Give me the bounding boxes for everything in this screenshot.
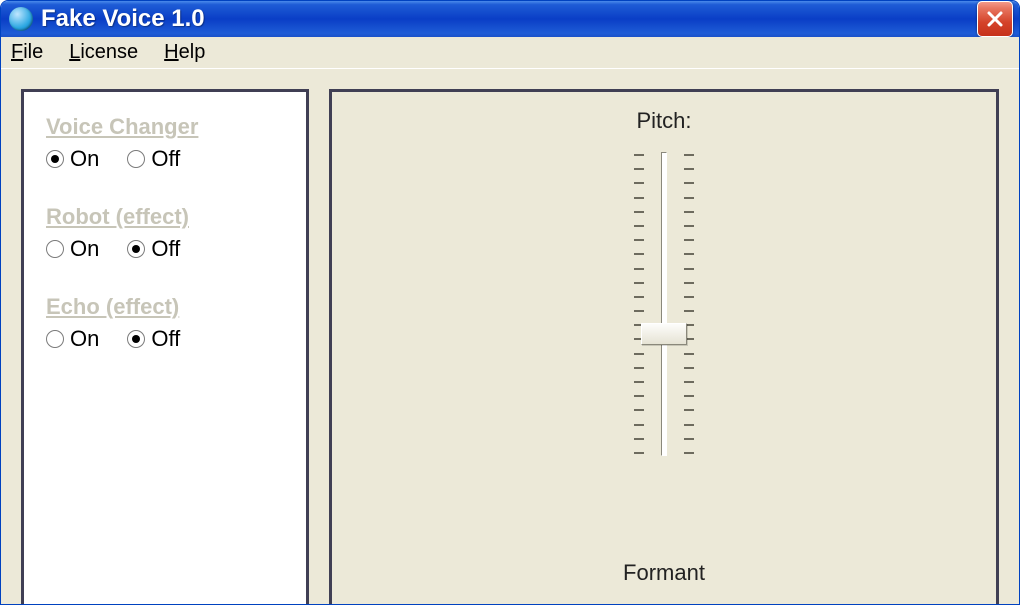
pitch-label: Pitch: — [636, 108, 691, 134]
radio-icon — [46, 330, 64, 348]
voice-changer-title: Voice Changer — [46, 114, 284, 140]
sliders-panel: Pitch: Formant — [329, 89, 999, 605]
close-icon — [985, 9, 1005, 29]
radio-icon — [46, 240, 64, 258]
menubar: File License Help — [1, 37, 1019, 69]
app-icon — [9, 7, 33, 31]
echo-title: Echo (effect) — [46, 294, 284, 320]
slider-rail — [661, 152, 667, 456]
radio-icon — [127, 240, 145, 258]
robot-off[interactable]: Off — [127, 236, 180, 262]
robot-group: Robot (effect) On Off — [46, 204, 284, 262]
pitch-slider-col: Pitch: — [354, 108, 974, 520]
robot-on[interactable]: On — [46, 236, 99, 262]
pitch-slider[interactable] — [629, 144, 699, 464]
formant-slider-col: Formant — [354, 560, 974, 605]
close-button[interactable] — [977, 1, 1013, 37]
radio-icon — [46, 150, 64, 168]
window-title: Fake Voice 1.0 — [41, 5, 977, 33]
voice-changer-group: Voice Changer On Off — [46, 114, 284, 172]
voice-changer-off[interactable]: Off — [127, 146, 180, 172]
formant-label: Formant — [623, 560, 705, 586]
echo-off[interactable]: Off — [127, 326, 180, 352]
voice-changer-on[interactable]: On — [46, 146, 99, 172]
robot-radios: On Off — [46, 236, 284, 262]
robot-title: Robot (effect) — [46, 204, 284, 230]
echo-radios: On Off — [46, 326, 284, 352]
menu-license[interactable]: License — [69, 41, 138, 64]
radio-icon — [127, 330, 145, 348]
formant-slider[interactable] — [629, 596, 699, 605]
menu-file[interactable]: File — [11, 41, 43, 64]
voice-changer-radios: On Off — [46, 146, 284, 172]
panels: Voice Changer On Off Robot (effect) — [21, 89, 999, 605]
slider-thumb[interactable] — [641, 323, 687, 345]
titlebar[interactable]: Fake Voice 1.0 — [1, 1, 1019, 37]
echo-group: Echo (effect) On Off — [46, 294, 284, 352]
app-window: Fake Voice 1.0 File License Help Voice C… — [0, 0, 1020, 605]
echo-on[interactable]: On — [46, 326, 99, 352]
radio-icon — [127, 150, 145, 168]
effects-panel: Voice Changer On Off Robot (effect) — [21, 89, 309, 605]
content: Voice Changer On Off Robot (effect) — [1, 69, 1019, 605]
menu-help[interactable]: Help — [164, 41, 205, 64]
